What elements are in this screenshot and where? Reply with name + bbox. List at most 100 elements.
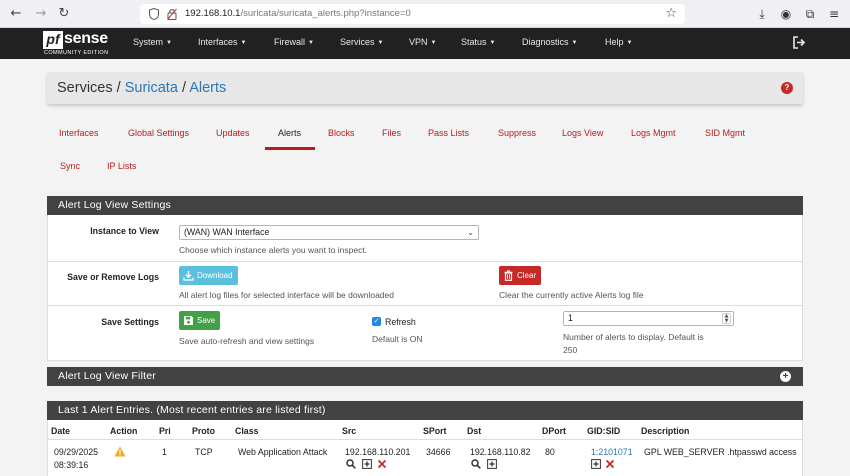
extensions-icon[interactable]: ⧉	[802, 6, 818, 22]
instance-select[interactable]: (WAN) WAN Interface ⌄	[179, 225, 479, 240]
clear-help: Clear the currently active Alerts log fi…	[499, 290, 644, 300]
col-action[interactable]: Action	[110, 426, 137, 436]
remove-icon[interactable]	[377, 459, 387, 469]
refresh-label: Refresh	[385, 317, 416, 327]
cell-gid-sid-link[interactable]: 1:2101071	[591, 447, 633, 457]
cell-time: 08:39:16	[54, 460, 89, 470]
page-header: Services / Suricata / Alerts ?	[47, 72, 803, 104]
address-bar[interactable]: 192.168.10.1/suricata/suricata_alerts.ph…	[140, 4, 685, 24]
menu-icon[interactable]: ≡	[826, 6, 842, 22]
menu-label: Help	[605, 37, 624, 47]
row-divider	[47, 261, 803, 262]
menu-firewall[interactable]: Firewall ▼	[274, 37, 314, 47]
account-icon[interactable]: ◉	[778, 6, 794, 22]
menu-diagnostics[interactable]: Diagnostics ▼	[522, 37, 577, 47]
menu-label: VPN	[409, 37, 428, 47]
tab-alerts[interactable]: Alerts	[278, 128, 301, 138]
download-button[interactable]: Download	[179, 266, 238, 285]
menu-services[interactable]: Services ▼	[340, 37, 383, 47]
caret-down-icon: ▼	[571, 40, 578, 46]
add-suppress-icon[interactable]	[487, 459, 497, 469]
tab-pass-lists[interactable]: Pass Lists	[428, 128, 469, 138]
caret-down-icon: ▼	[377, 40, 384, 46]
menu-label: Services	[340, 37, 375, 47]
clear-button[interactable]: Clear	[499, 266, 542, 285]
col-date[interactable]: Date	[51, 426, 70, 436]
caret-down-icon: ▼	[626, 40, 633, 46]
search-icon[interactable]	[471, 459, 481, 469]
save-button-label: Save	[197, 316, 216, 325]
back-icon[interactable]: ←	[8, 6, 24, 22]
url-text: 192.168.10.1/suricata/suricata_alerts.ph…	[185, 8, 411, 19]
col-sport[interactable]: SPort	[423, 426, 446, 436]
col-src[interactable]: Src	[342, 426, 356, 436]
download-button-label: Download	[197, 271, 233, 280]
breadcrumb-services: Services	[57, 80, 113, 96]
menu-vpn[interactable]: VPN ▼	[409, 37, 436, 47]
trash-icon	[504, 270, 513, 281]
shield-icon[interactable]	[149, 8, 159, 20]
cell-date: 09/29/2025	[54, 447, 99, 457]
col-dport[interactable]: DPort	[542, 426, 566, 436]
logo-pf: pf	[43, 31, 63, 49]
tab-logs-mgmt[interactable]: Logs Mgmt	[631, 128, 676, 138]
tab-files[interactable]: Files	[382, 128, 401, 138]
menu-help[interactable]: Help ▼	[605, 37, 632, 47]
instance-help: Choose which instance alerts you want to…	[179, 245, 368, 255]
browser-toolbar: ← → ↻ 192.168.10.1/suricata/suricata_ale…	[0, 0, 850, 28]
col-gid-sid[interactable]: GID:SID	[587, 426, 620, 436]
menu-system[interactable]: System ▼	[133, 37, 172, 47]
help-icon[interactable]: ?	[781, 82, 793, 94]
menu-interfaces[interactable]: Interfaces ▼	[198, 37, 246, 47]
logout-icon[interactable]	[792, 36, 806, 49]
col-pri[interactable]: Pri	[159, 426, 171, 436]
tab-suppress[interactable]: Suppress	[498, 128, 536, 138]
bookmark-star-icon[interactable]: ☆	[665, 6, 677, 21]
alert-count-help: Number of alerts to display. Default is	[563, 332, 704, 342]
spinner-icon[interactable]: ▲ ▼	[722, 313, 731, 324]
tab-blocks[interactable]: Blocks	[328, 128, 355, 138]
add-suppress-icon[interactable]	[362, 459, 372, 469]
download-icon[interactable]: ⤓	[754, 6, 770, 22]
alert-count-input[interactable]: 1 ▲ ▼	[563, 311, 734, 326]
col-proto[interactable]: Proto	[192, 426, 215, 436]
save-remove-label: Save or Remove Logs	[67, 272, 159, 282]
tab-sid-mgmt[interactable]: SID Mgmt	[705, 128, 745, 138]
refresh-checkbox[interactable]: ✓	[372, 317, 381, 326]
refresh-help: Default is ON	[372, 334, 423, 344]
forward-icon[interactable]: →	[33, 6, 49, 22]
reload-icon[interactable]: ↻	[56, 6, 72, 22]
breadcrumb-separator: /	[116, 80, 121, 96]
col-description[interactable]: Description	[641, 426, 689, 436]
menu-label: Interfaces	[198, 37, 238, 47]
menu-label: System	[133, 37, 164, 47]
tab-ip-lists[interactable]: IP Lists	[107, 161, 136, 171]
breadcrumb-suricata[interactable]: Suricata	[125, 80, 178, 96]
search-icon[interactable]	[346, 459, 356, 469]
expand-plus-icon[interactable]: +	[780, 371, 791, 382]
col-class[interactable]: Class	[235, 426, 258, 436]
tab-sync[interactable]: Sync	[60, 161, 80, 171]
pfsense-logo[interactable]: pf sense COMMUNITY EDITION	[43, 30, 118, 57]
save-help: Save auto-refresh and view settings	[179, 336, 315, 346]
cell-pri: 1	[162, 447, 167, 457]
main-navbar: pf sense COMMUNITY EDITION System ▼ Inter…	[0, 28, 850, 59]
url-path: /suricata/suricata_alerts.php?instance=0	[240, 8, 411, 19]
filter-panel-heading[interactable]: Alert Log View Filter	[47, 367, 803, 386]
tab-interfaces[interactable]: Interfaces	[59, 128, 99, 138]
tab-global-settings[interactable]: Global Settings	[128, 128, 189, 138]
breadcrumb-alerts[interactable]: Alerts	[189, 80, 226, 96]
menu-label: Status	[461, 37, 487, 47]
tab-logs-view[interactable]: Logs View	[562, 128, 603, 138]
remove-icon[interactable]	[605, 459, 615, 469]
caret-down-icon: ▼	[489, 40, 496, 46]
lock-icon[interactable]	[167, 8, 177, 20]
menu-label: Firewall	[274, 37, 306, 47]
tab-updates[interactable]: Updates	[216, 128, 250, 138]
menu-status[interactable]: Status ▼	[461, 37, 495, 47]
menu-label: Diagnostics	[522, 37, 569, 47]
col-dst[interactable]: Dst	[467, 426, 481, 436]
add-suppress-icon[interactable]	[591, 459, 601, 469]
cell-proto: TCP	[195, 447, 213, 457]
save-button[interactable]: Save	[179, 311, 221, 330]
